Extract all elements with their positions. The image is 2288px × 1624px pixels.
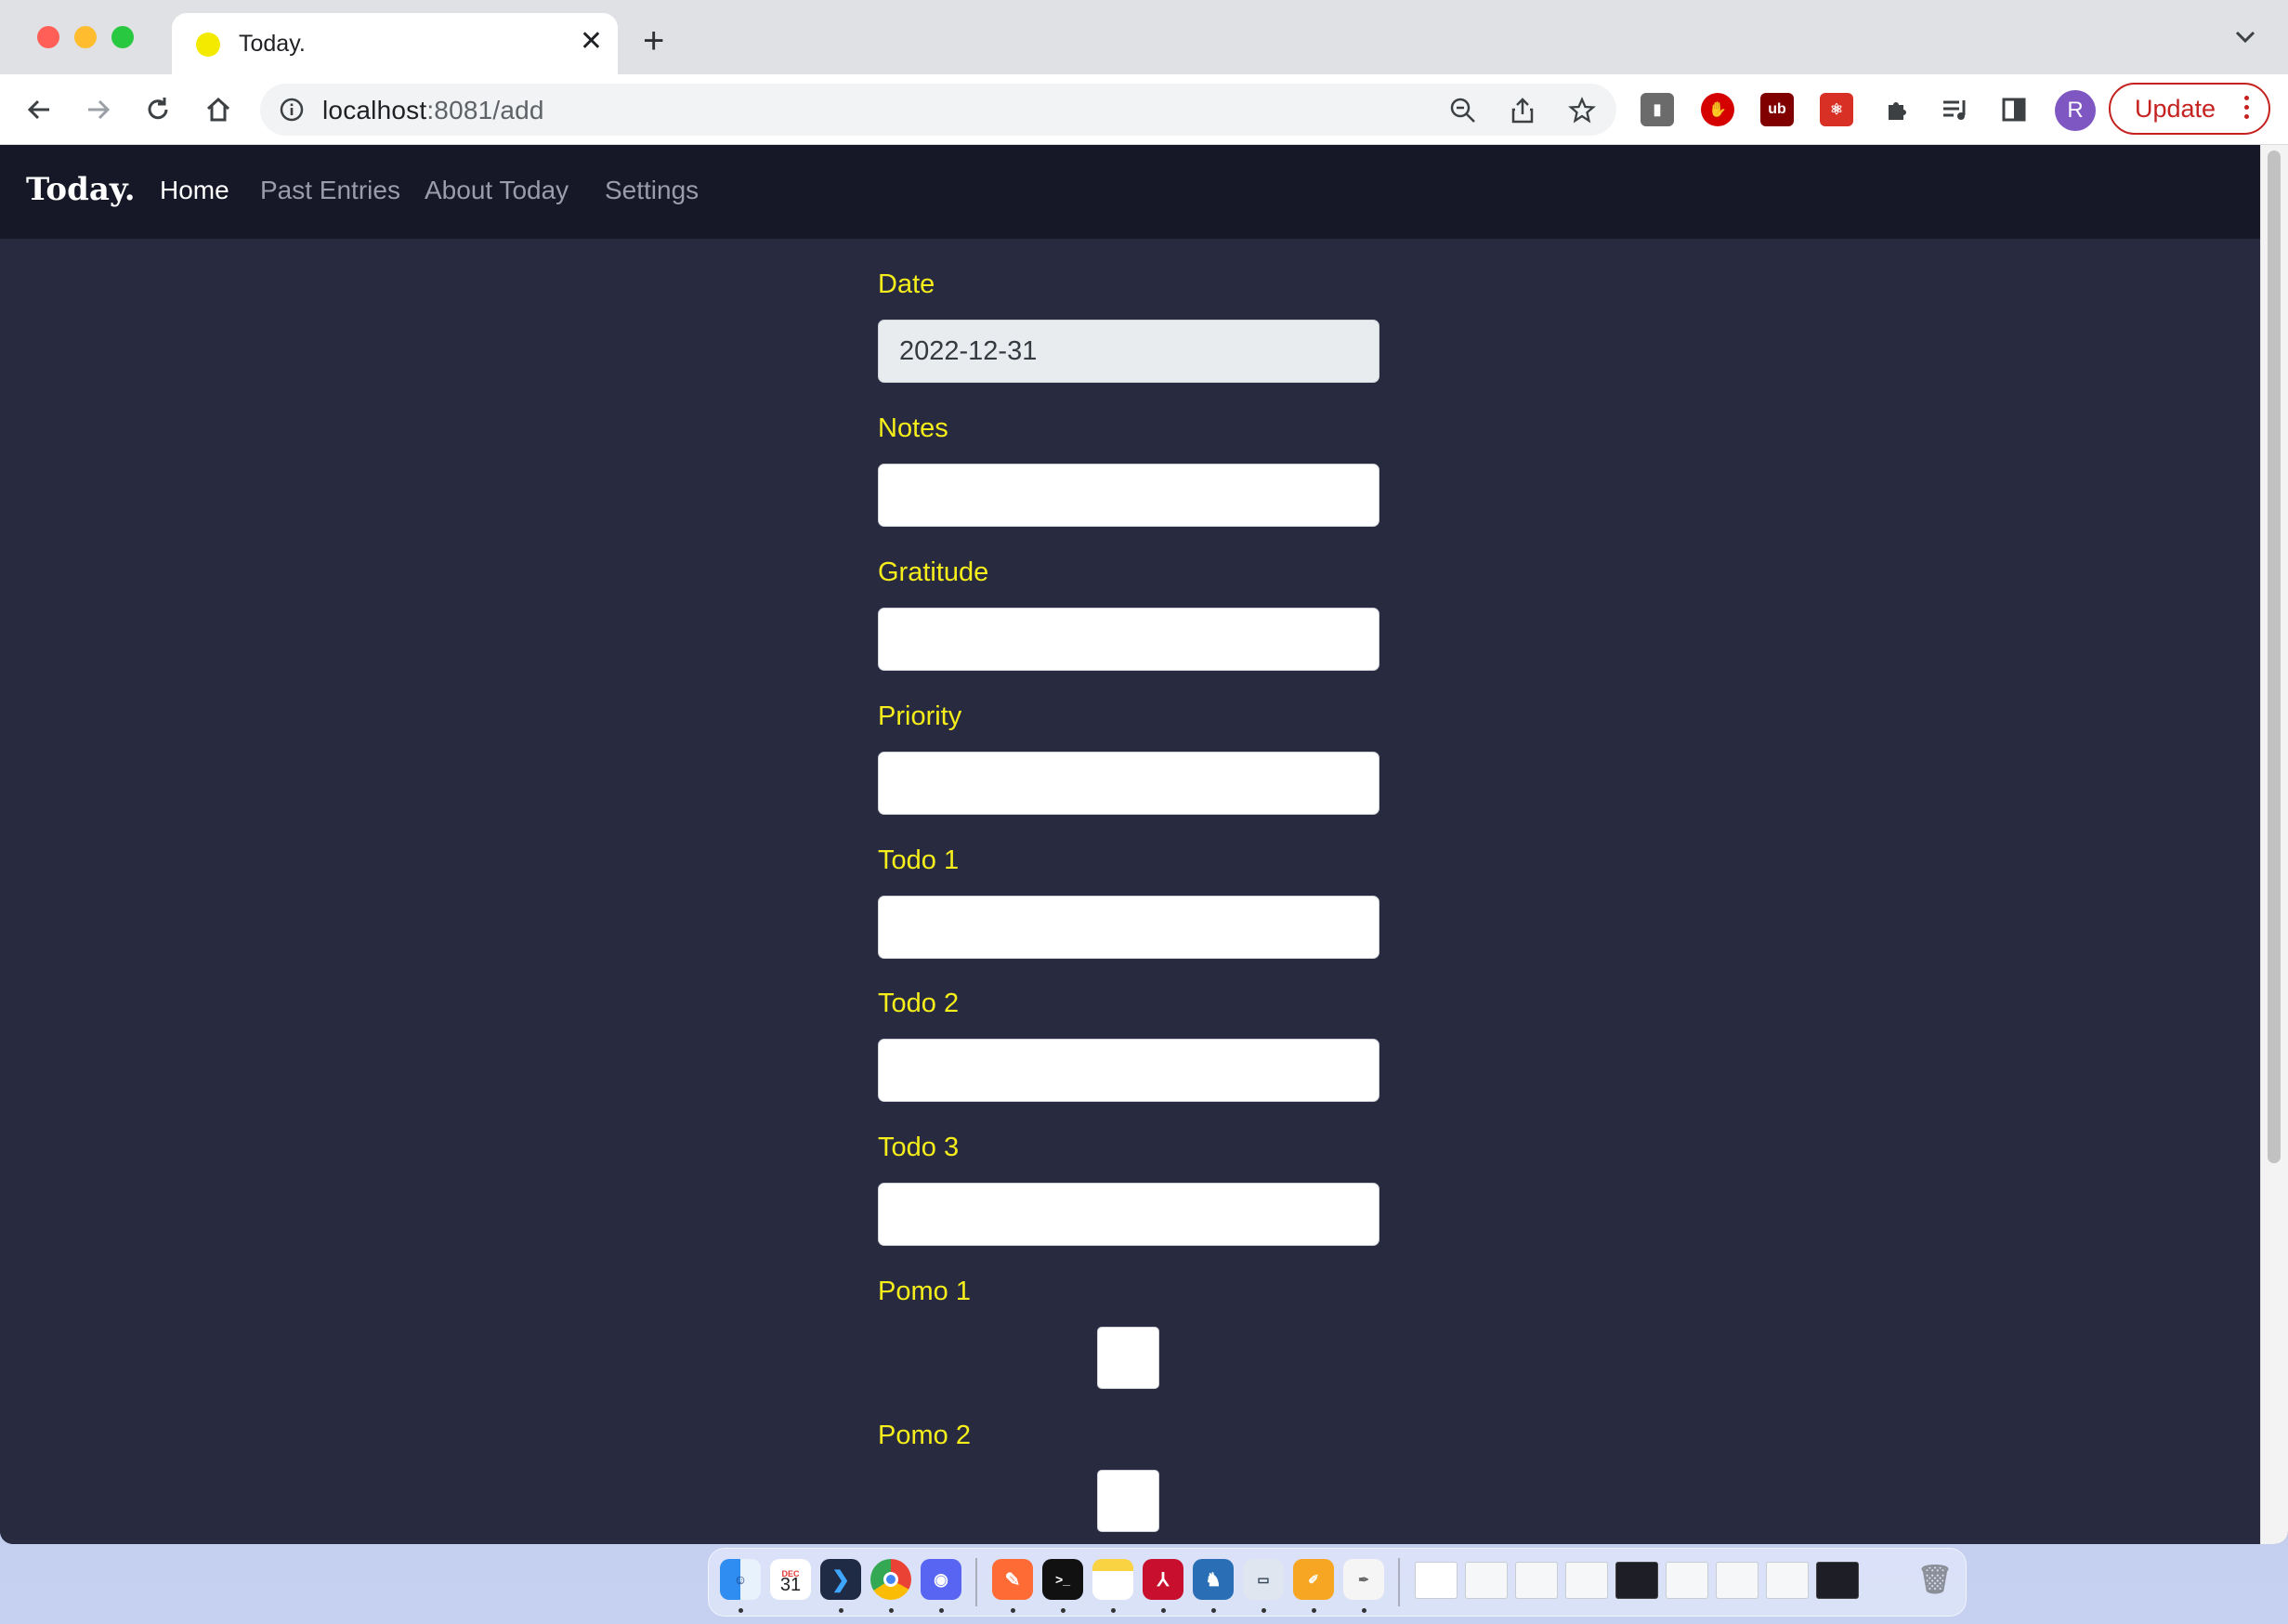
pomo-1-label: Pomo 1	[878, 1277, 971, 1306]
media-control-icon[interactable]	[1937, 91, 1974, 128]
nav-about-today[interactable]: About Today	[425, 176, 569, 205]
pomo-1-checkbox[interactable]	[1097, 1327, 1159, 1389]
todo-3-field[interactable]	[878, 1183, 1379, 1246]
discord-icon[interactable]: ◉	[921, 1559, 961, 1600]
nav-home[interactable]: Home	[160, 176, 229, 205]
kebab-menu-icon[interactable]	[2244, 96, 2250, 124]
screenshot-app-icon[interactable]: ▭	[1243, 1559, 1284, 1600]
browser-toolbar: localhost:8081/add ▮ ✋ ub ⚛ R Update	[0, 74, 2288, 145]
nav-settings[interactable]: Settings	[605, 176, 699, 205]
minimized-window-7[interactable]	[1716, 1562, 1758, 1599]
database-app-icon[interactable]: ♞	[1193, 1559, 1234, 1600]
maximize-window-button[interactable]	[111, 26, 134, 48]
share-icon[interactable]	[1507, 95, 1538, 126]
chevron-down-icon[interactable]	[2234, 30, 2256, 45]
todo-1-field[interactable]	[878, 896, 1379, 959]
minimized-window-5[interactable]	[1615, 1562, 1658, 1599]
page-content: Today. Home Past Entries About Today Set…	[0, 145, 2260, 1544]
priority-label: Priority	[878, 701, 962, 731]
minimized-window-2[interactable]	[1465, 1562, 1508, 1599]
close-tab-icon[interactable]: ✕	[580, 26, 603, 58]
minimized-window-4[interactable]	[1565, 1562, 1608, 1599]
app-navbar: Today. Home Past Entries About Today Set…	[0, 145, 2260, 239]
pages-icon[interactable]: ✐	[1293, 1559, 1334, 1600]
tab-title: Today.	[239, 31, 306, 57]
notes-field[interactable]	[878, 464, 1379, 527]
update-button[interactable]: Update	[2109, 83, 2270, 135]
minimized-window-1[interactable]	[1415, 1562, 1458, 1599]
minimized-window-9[interactable]	[1816, 1562, 1859, 1599]
side-panel-icon[interactable]	[1995, 91, 2033, 128]
home-icon[interactable]	[200, 91, 237, 128]
terminal-icon[interactable]: >_	[1042, 1559, 1083, 1600]
date-field[interactable]	[878, 320, 1379, 383]
new-tab-icon[interactable]: +	[643, 22, 664, 59]
reload-icon[interactable]	[139, 91, 177, 128]
favicon-icon	[196, 33, 220, 57]
macos-dock: ☺ DEC 31 ❯ ◉ ✎ >_ ⅄ ♞ ▭ ✐ ✒ 🗑	[708, 1548, 1967, 1617]
gratitude-label: Gratitude	[878, 557, 989, 587]
minimized-window-6[interactable]	[1666, 1562, 1708, 1599]
notes-label: Notes	[878, 413, 948, 443]
todo-3-label: Todo 3	[878, 1133, 960, 1162]
chrome-icon[interactable]	[870, 1559, 911, 1600]
avatar-letter: R	[2067, 98, 2084, 123]
profile-avatar[interactable]: R	[2055, 90, 2096, 131]
postman-icon[interactable]: ✎	[992, 1559, 1033, 1600]
gratitude-field[interactable]	[878, 608, 1379, 671]
finder-icon[interactable]: ☺	[720, 1559, 761, 1600]
pomo-2-checkbox[interactable]	[1097, 1470, 1159, 1532]
minimize-window-button[interactable]	[74, 26, 97, 48]
forward-arrow-icon[interactable]	[80, 91, 117, 128]
calendar-icon[interactable]: DEC 31	[770, 1559, 811, 1600]
todo-1-label: Todo 1	[878, 845, 960, 875]
brand-logo[interactable]: Today.	[26, 171, 136, 208]
tab-strip: Today. ✕ +	[0, 0, 2288, 74]
extensions-puzzle-icon[interactable]	[1878, 91, 1915, 128]
url-text: localhost:8081/add	[322, 96, 544, 125]
address-bar[interactable]: localhost:8081/add	[260, 84, 1616, 136]
tab-active[interactable]: Today. ✕	[172, 13, 618, 74]
date-label: Date	[878, 269, 935, 299]
todo-2-label: Todo 2	[878, 989, 960, 1018]
url-path: :8081/add	[426, 96, 544, 124]
minimized-window-8[interactable]	[1766, 1562, 1809, 1599]
back-arrow-icon[interactable]	[20, 91, 58, 128]
close-window-button[interactable]	[37, 26, 59, 48]
zoom-icon[interactable]	[1447, 95, 1479, 126]
update-label: Update	[2135, 94, 2216, 123]
notes-app-icon[interactable]	[1092, 1559, 1133, 1600]
react-devtools-icon[interactable]: ⚛	[1820, 93, 1853, 126]
url-host: localhost	[322, 96, 427, 124]
nav-past-entries[interactable]: Past Entries	[260, 176, 400, 205]
trash-icon[interactable]: 🗑	[1915, 1559, 1955, 1600]
bookmark-star-icon[interactable]	[1566, 95, 1598, 126]
browser-window: Today. ✕ + localhost:8081/add ▮ ✋ ub ⚛ R…	[0, 0, 2288, 1544]
vscode-icon[interactable]: ❯	[820, 1559, 861, 1600]
todo-2-field[interactable]	[878, 1039, 1379, 1102]
ublock-icon[interactable]: ub	[1760, 93, 1794, 126]
adblock-icon[interactable]: ✋	[1701, 93, 1734, 126]
minimized-window-3[interactable]	[1515, 1562, 1558, 1599]
priority-field[interactable]	[878, 752, 1379, 815]
extension-sidebar-icon[interactable]: ▮	[1641, 93, 1674, 126]
info-icon[interactable]	[279, 97, 305, 123]
textedit-icon[interactable]: ✒	[1343, 1559, 1384, 1600]
calendar-day: 31	[779, 1575, 802, 1595]
acrobat-icon[interactable]: ⅄	[1143, 1559, 1183, 1600]
pomo-2-label: Pomo 2	[878, 1421, 971, 1450]
scrollbar-thumb[interactable]	[2268, 151, 2281, 1163]
